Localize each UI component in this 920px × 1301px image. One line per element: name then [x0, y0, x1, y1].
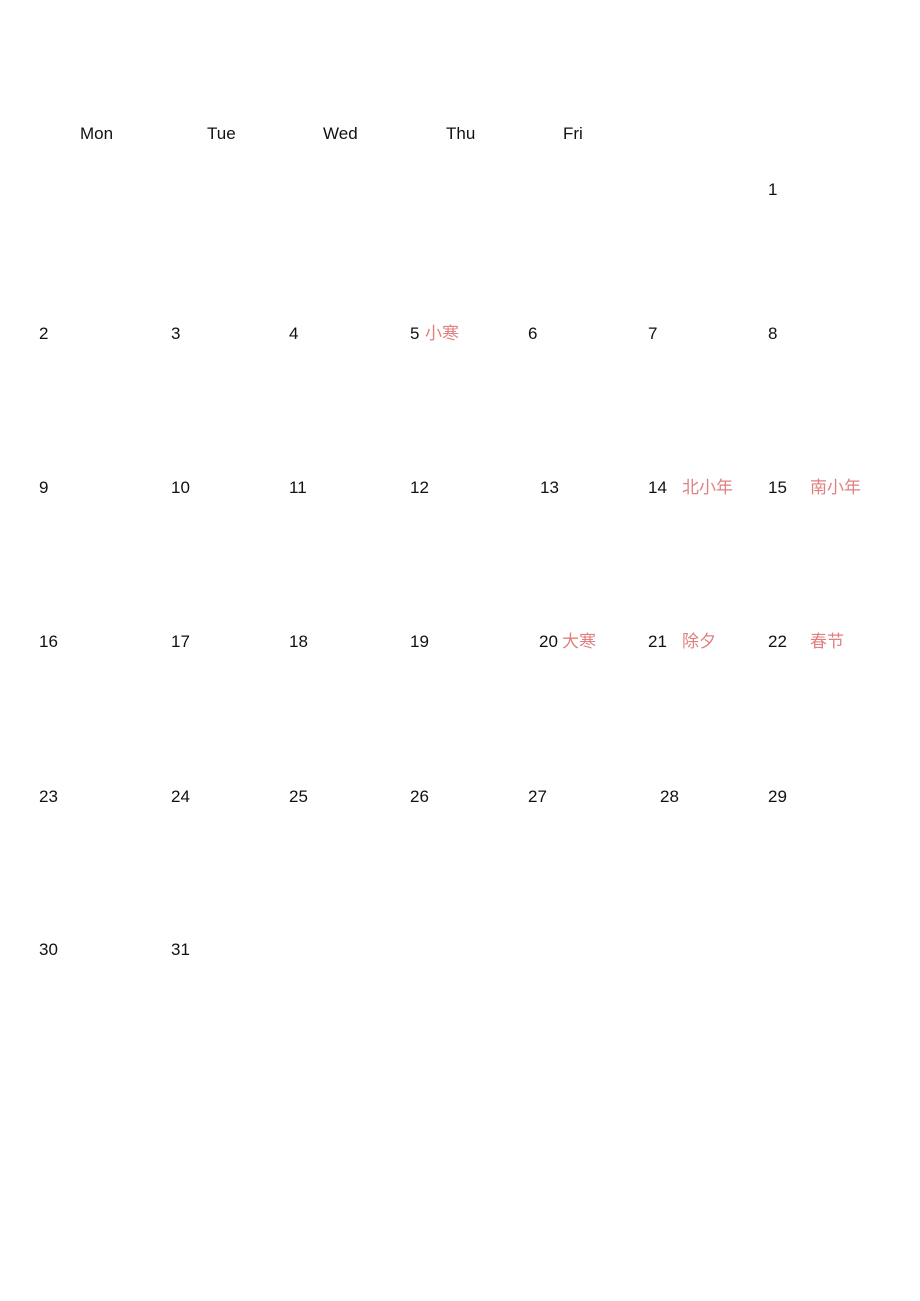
- day-number: 14: [648, 478, 667, 497]
- day-number: 13: [540, 478, 559, 497]
- day-number: 22: [768, 632, 787, 651]
- day-number: 25: [289, 787, 308, 806]
- day-number: 16: [39, 632, 58, 651]
- weekday-header-wed: Wed: [323, 124, 358, 143]
- day-number: 1: [768, 180, 778, 199]
- day-number: 12: [410, 478, 429, 497]
- day-number: 10: [171, 478, 190, 497]
- weekday-header-thu: Thu: [446, 124, 476, 143]
- solar-term-label: 大寒: [562, 632, 596, 652]
- day-number: 6: [528, 324, 538, 343]
- festival-label: 春节: [810, 632, 844, 652]
- festival-label: 南小年: [810, 478, 861, 498]
- day-number: 3: [171, 324, 181, 343]
- day-number: 8: [768, 324, 778, 343]
- day-number: 17: [171, 632, 190, 651]
- day-number: 30: [39, 940, 58, 959]
- day-number: 26: [410, 787, 429, 806]
- weekday-header-tue: Tue: [207, 124, 236, 143]
- day-number: 18: [289, 632, 308, 651]
- day-number: 9: [39, 478, 49, 497]
- weekday-header-fri: Fri: [563, 124, 583, 143]
- weekday-header-mon: Mon: [80, 124, 114, 143]
- day-number: 11: [289, 478, 307, 497]
- day-number: 21: [648, 632, 667, 651]
- day-number: 4: [289, 324, 299, 343]
- day-number: 2: [39, 324, 49, 343]
- day-number: 29: [768, 787, 787, 806]
- festival-label: 北小年: [682, 478, 733, 498]
- day-number: 31: [171, 940, 190, 959]
- day-number: 24: [171, 787, 190, 806]
- day-number: 7: [648, 324, 658, 343]
- day-number: 19: [410, 632, 429, 651]
- day-number: 23: [39, 787, 58, 806]
- day-number: 20: [539, 632, 558, 651]
- day-number: 28: [660, 787, 679, 806]
- day-number: 5: [410, 324, 420, 343]
- solar-term-label: 小寒: [425, 324, 459, 344]
- day-number: 15: [768, 478, 787, 497]
- day-number: 27: [528, 787, 547, 806]
- festival-label: 除夕: [682, 632, 716, 652]
